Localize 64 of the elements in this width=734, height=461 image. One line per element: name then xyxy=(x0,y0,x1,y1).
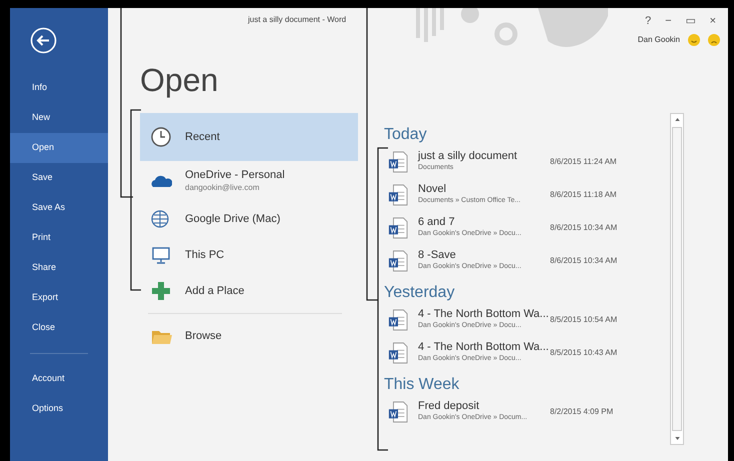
file-date: 8/6/2015 10:34 AM xyxy=(550,222,618,234)
sidebar-item[interactable]: New xyxy=(10,103,108,133)
place-item[interactable]: Browse xyxy=(140,318,222,354)
page-heading: Open xyxy=(140,62,220,98)
sidebar-item[interactable]: Info xyxy=(10,73,108,103)
word-document-icon xyxy=(388,308,408,330)
frown-icon[interactable] xyxy=(708,34,720,46)
place-item[interactable]: Add a Place xyxy=(140,273,358,309)
place-item[interactable]: Recent xyxy=(140,113,358,161)
sidebar-item[interactable]: Close xyxy=(10,313,108,343)
scrollbar[interactable] xyxy=(670,113,684,445)
close-button[interactable]: × xyxy=(710,16,716,26)
file-name: 6 and 7 xyxy=(418,216,456,229)
sidebar-item[interactable]: Save xyxy=(10,163,108,193)
user-name: Dan Gookin xyxy=(638,34,680,46)
file-name: Novel xyxy=(418,183,448,196)
word-document-icon xyxy=(388,184,408,206)
window-title: just a silly document - Word xyxy=(248,14,346,26)
group-heading: Yesterday xyxy=(384,283,456,303)
file-date: 8/6/2015 11:18 AM xyxy=(550,188,617,200)
file-date: 8/5/2015 10:43 AM xyxy=(550,346,618,358)
account-email: dangookin@live.com xyxy=(185,182,260,194)
restore-button[interactable]: ▭ xyxy=(686,16,696,26)
file-name: just a silly document xyxy=(418,150,518,163)
file-date: 8/2/2015 4:09 PM xyxy=(550,406,614,418)
file-name: Fred deposit xyxy=(418,400,480,413)
plus-icon xyxy=(150,280,172,302)
smiley-icon[interactable] xyxy=(688,34,700,46)
word-document-icon xyxy=(388,342,408,364)
scroll-down-icon[interactable] xyxy=(674,437,680,440)
word-document-icon xyxy=(388,400,408,422)
word-document-icon xyxy=(388,216,408,238)
sidebar-item[interactable]: Save As xyxy=(10,193,108,223)
place-label: Browse xyxy=(185,329,222,343)
place-item[interactable]: Google Drive (Mac) xyxy=(140,201,358,237)
file-name: 8 -Save xyxy=(418,249,457,262)
word-document-icon xyxy=(388,150,408,172)
scroll-thumb[interactable] xyxy=(672,127,682,431)
sidebar-item[interactable]: Open xyxy=(10,133,108,163)
place-label: Google Drive (Mac) xyxy=(185,212,280,226)
place-label: OneDrive - Personal xyxy=(185,168,285,182)
file-date: 8/6/2015 10:34 AM xyxy=(550,254,618,266)
sidebar-item[interactable]: Account xyxy=(10,364,108,394)
clock-icon xyxy=(150,126,172,148)
sidebar-item[interactable]: Share xyxy=(10,253,108,283)
place-label: This PC xyxy=(185,248,224,262)
file-name: 4 - The North Bottom Wa... xyxy=(418,308,548,321)
group-heading: This Week xyxy=(384,375,460,395)
group-heading: Today xyxy=(384,125,428,145)
place-label: Recent xyxy=(185,130,220,144)
file-name: 4 - The North Bottom Wa... xyxy=(418,341,548,354)
place-item[interactable]: This PC xyxy=(140,237,358,273)
place-item[interactable]: OneDrive - Personal dangookin@live.com xyxy=(140,161,358,201)
sidebar-item[interactable]: Options xyxy=(10,394,108,424)
scroll-up-icon[interactable] xyxy=(674,118,680,121)
minimize-button[interactable]: − xyxy=(665,16,672,26)
help-button[interactable]: ? xyxy=(645,16,652,26)
sidebar-item[interactable]: Print xyxy=(10,223,108,253)
file-date: 8/5/2015 10:54 AM xyxy=(550,314,618,326)
file-date: 8/6/2015 11:24 AM xyxy=(550,156,617,168)
word-document-icon xyxy=(388,250,408,272)
place-label: Add a Place xyxy=(185,284,244,298)
sidebar-item[interactable]: Export xyxy=(10,283,108,313)
back-icon[interactable] xyxy=(30,27,57,54)
